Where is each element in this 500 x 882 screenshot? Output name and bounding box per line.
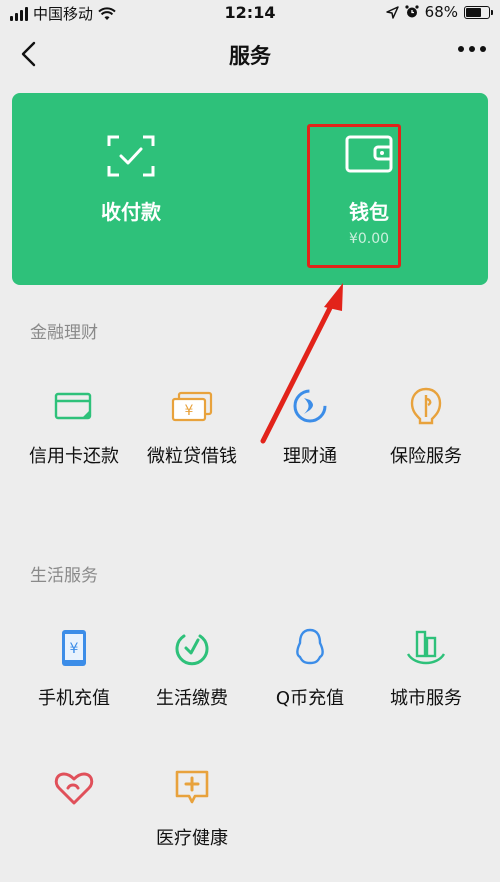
utility-bill-icon — [168, 624, 216, 672]
licaitong-button[interactable]: 理财通 — [250, 382, 370, 468]
utility-bill-label: 生活缴费 — [156, 688, 228, 709]
licaitong-icon — [286, 382, 334, 430]
wallet-balance: ¥0.00 — [348, 231, 390, 247]
phone-recharge-button[interactable]: ¥ 手机充值 — [14, 624, 134, 710]
medical-health-button[interactable]: 医疗健康 — [132, 764, 252, 850]
insurance-label: 保险服务 — [390, 446, 462, 467]
more-icon[interactable] — [458, 46, 486, 52]
city-service-icon — [402, 624, 450, 672]
licaitong-label: 理财通 — [283, 446, 337, 467]
nav-bar: 服务 — [0, 26, 500, 82]
charity-icon — [50, 764, 98, 812]
alarm-icon — [405, 5, 419, 18]
phone-recharge-icon: ¥ — [50, 624, 98, 672]
payment-card: 收付款 钱包 ¥0.00 — [12, 93, 488, 285]
qq-coin-label: Q币充值 — [275, 688, 345, 709]
credit-card-button[interactable]: 信用卡还款 — [14, 382, 134, 468]
medical-health-label: 医疗健康 — [156, 828, 228, 849]
battery-percent: 68% — [424, 3, 458, 21]
loan-button[interactable]: ¥ 微粒贷借钱 — [132, 382, 252, 468]
credit-card-label: 信用卡还款 — [29, 446, 119, 467]
location-icon — [385, 5, 399, 19]
medical-health-icon — [168, 764, 216, 812]
scan-pay-button[interactable]: 收付款 — [12, 93, 250, 285]
loan-label: 微粒贷借钱 — [147, 446, 237, 467]
status-right: 68% — [385, 3, 493, 21]
insurance-button[interactable]: 保险服务 — [366, 382, 486, 468]
battery-icon — [464, 5, 493, 19]
loan-icon: ¥ — [168, 382, 216, 430]
scan-pay-icon — [107, 135, 155, 177]
page-title: 服务 — [229, 44, 271, 68]
qq-coin-button[interactable]: Q币充值 — [250, 624, 370, 710]
utility-bill-button[interactable]: 生活缴费 — [132, 624, 252, 710]
wallet-button[interactable]: 钱包 ¥0.00 — [250, 93, 488, 285]
svg-text:¥: ¥ — [185, 403, 194, 419]
city-service-label: 城市服务 — [390, 688, 462, 709]
credit-card-icon — [50, 382, 98, 430]
charity-button[interactable] — [14, 764, 134, 824]
qq-coin-icon — [286, 624, 334, 672]
scan-pay-label: 收付款 — [101, 200, 161, 224]
phone-recharge-label: 手机充值 — [38, 688, 110, 709]
wallet-label: 钱包 — [349, 200, 389, 224]
insurance-icon — [402, 382, 450, 430]
wallet-icon — [345, 135, 393, 173]
svg-text:¥: ¥ — [70, 641, 79, 657]
status-bar: 中国移动 12:14 68% — [0, 0, 500, 26]
life-section-title: 生活服务 — [30, 566, 98, 586]
finance-section-title: 金融理财 — [30, 323, 98, 343]
city-service-button[interactable]: 城市服务 — [366, 624, 486, 710]
